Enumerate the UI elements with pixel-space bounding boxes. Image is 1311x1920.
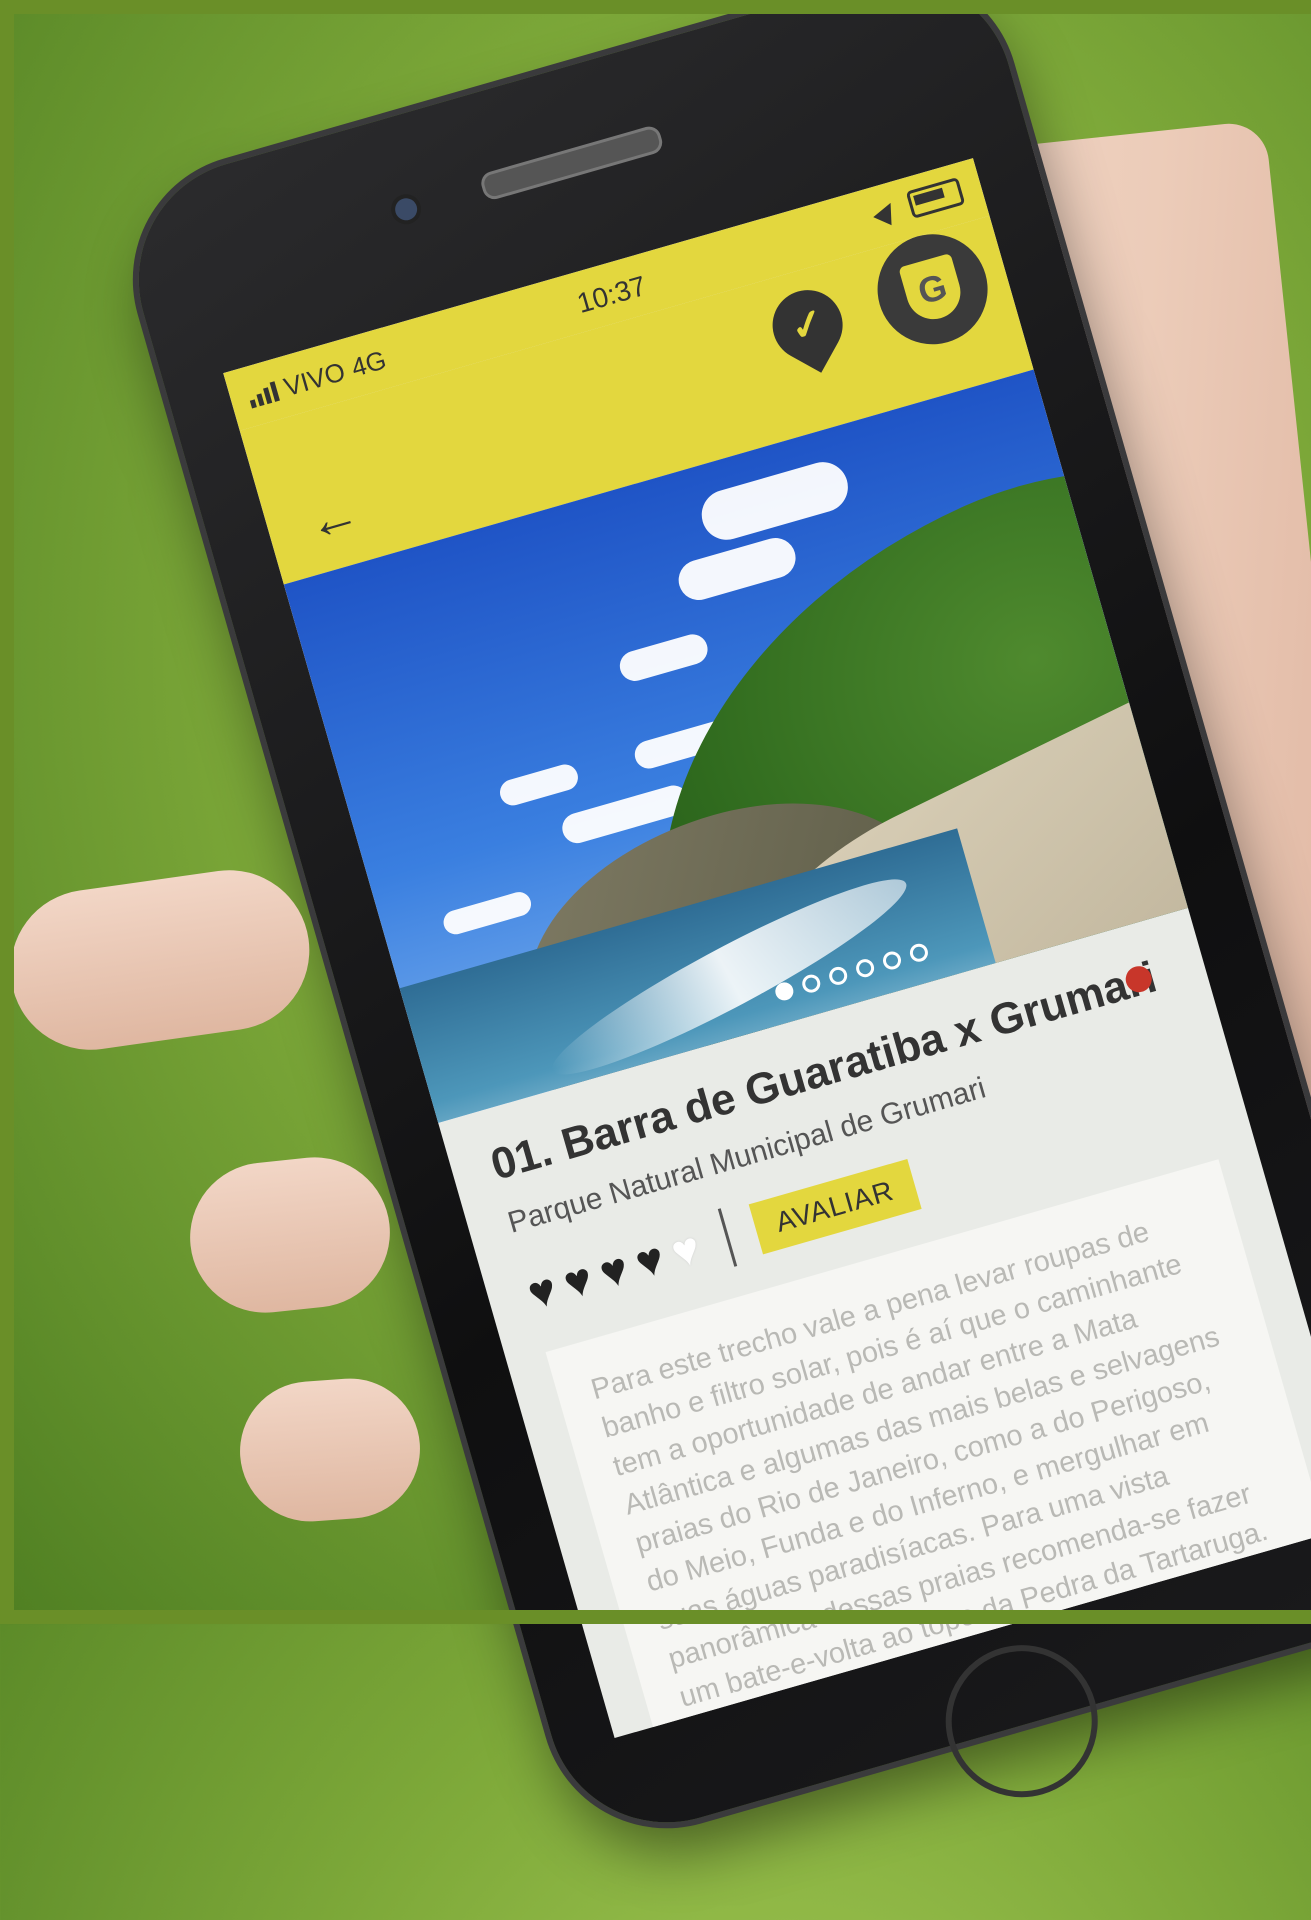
cloud xyxy=(695,456,854,546)
clock: 10:37 xyxy=(573,269,650,320)
hand-finger xyxy=(0,859,320,1061)
heart-icon: ♥ xyxy=(557,1251,599,1310)
network-label: 4G xyxy=(347,344,390,383)
rate-button[interactable]: AVALIAR xyxy=(748,1159,922,1255)
heart-icon: ♥ xyxy=(593,1241,635,1299)
heart-outline-icon: ♥ xyxy=(665,1220,706,1279)
status-right xyxy=(873,177,966,228)
carrier-label: VIVO xyxy=(280,356,349,403)
hand-finger xyxy=(182,1149,398,1321)
cloud xyxy=(440,889,534,938)
signal-icon xyxy=(246,380,280,408)
divider xyxy=(717,1208,737,1267)
heart-icon: ♥ xyxy=(521,1261,563,1320)
cloud xyxy=(673,533,801,605)
front-camera xyxy=(392,195,420,223)
earpiece-speaker xyxy=(478,123,666,202)
check-pin-icon[interactable]: ✓ xyxy=(760,277,856,373)
heart-icon: ♥ xyxy=(629,1231,671,1289)
arrow-left-icon[interactable]: ← xyxy=(301,483,367,553)
cloud xyxy=(496,761,581,809)
home-button[interactable] xyxy=(927,1627,1116,1816)
hand-finger xyxy=(235,1373,425,1527)
cloud xyxy=(616,630,712,685)
battery-icon xyxy=(905,177,966,219)
badge-letter: G xyxy=(898,253,967,326)
location-arrow-icon xyxy=(873,198,900,226)
